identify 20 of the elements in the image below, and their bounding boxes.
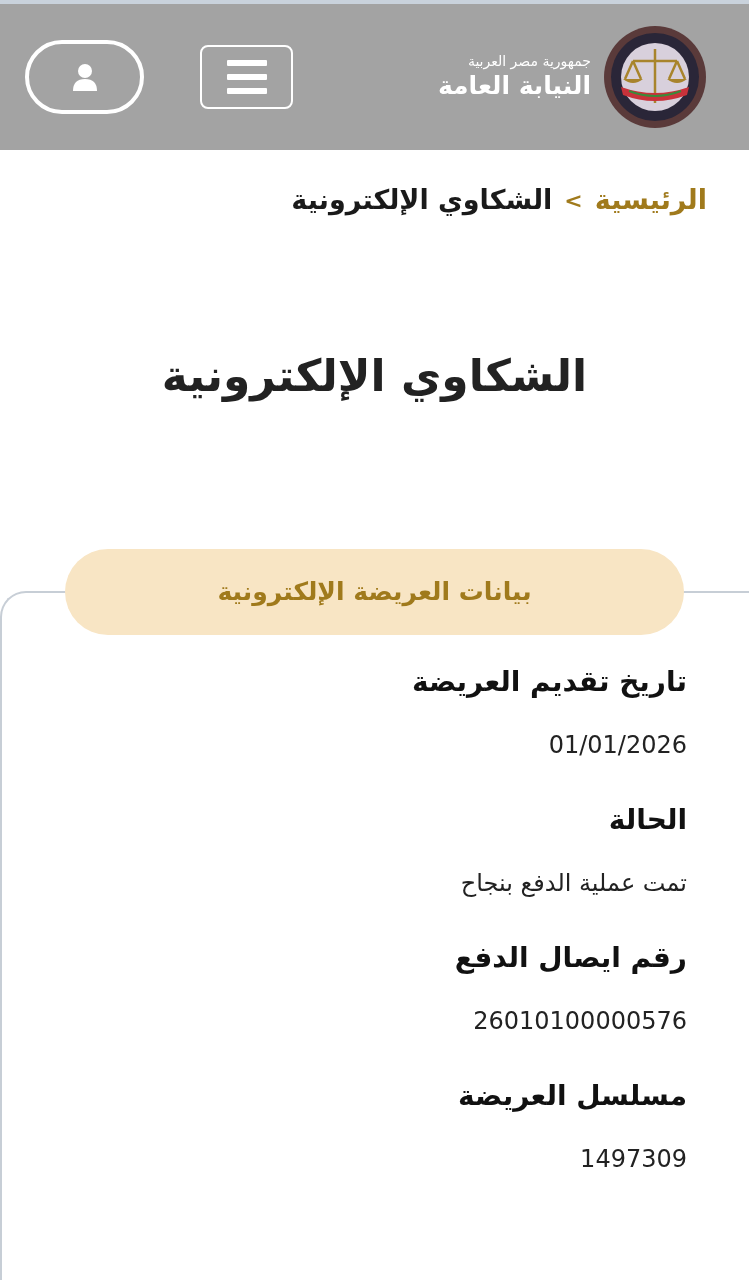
breadcrumb-current: الشكاوي الإلكترونية [291,183,553,218]
field-label: رقم ايصال الدفع [453,939,687,976]
field-value: 01/01/2026 [547,729,687,761]
menu-button[interactable] [200,45,293,109]
header-title: النيابة العامة [437,70,591,102]
field-value: 1497309 [579,1143,687,1175]
field-value: 26010100000576 [472,1005,687,1037]
menu-icon [226,60,267,94]
field-value: تمت عملية الدفع بنجاح [459,867,687,899]
section-heading: بيانات العريضة الإلكترونية [65,548,684,635]
scales-emblem-icon [603,25,707,129]
field-label: تاريخ تقديم العريضة [410,663,687,700]
field-label: الحالة [607,801,687,838]
user-icon [72,63,97,91]
profile-button[interactable] [25,40,144,114]
field-label: مسلسل العريضة [457,1077,687,1114]
header-subtitle: جمهورية مصر العربية [467,52,591,71]
page-title: الشكاوي الإلكترونية [160,348,589,404]
breadcrumb-link[interactable]: الرئيسية [594,180,707,221]
breadcrumb-separator: > [564,186,583,215]
